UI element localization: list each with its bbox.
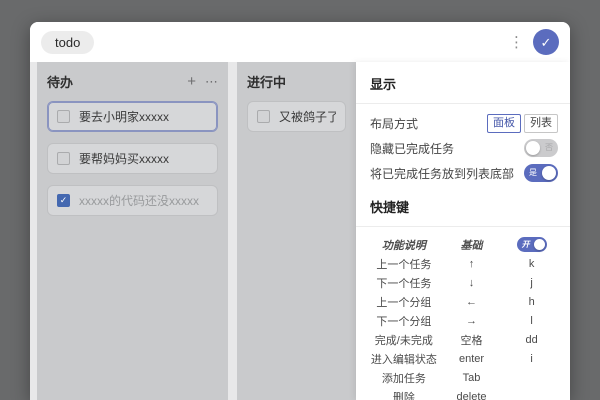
layout-label: 布局方式 <box>370 116 419 131</box>
task-card[interactable]: 要帮妈妈买xxxxx <box>47 143 218 174</box>
task-card[interactable]: 又被鸽子了 <box>247 101 346 132</box>
confirm-button[interactable] <box>533 29 559 55</box>
app-title-pill: todo <box>41 30 95 54</box>
shortcuts-header-row: 功能说明 基础 开 <box>370 235 558 254</box>
task-checkbox-checked[interactable] <box>57 194 70 207</box>
shortcut-basic-key: → <box>466 314 477 327</box>
hide-completed-label: 隐藏已完成任务 <box>370 141 455 156</box>
toggle-state-label: 否 <box>545 143 553 152</box>
toggle-state-label: 是 <box>529 168 537 177</box>
shortcut-function: 下一个分组 <box>376 315 432 328</box>
settings-panel: 显示 布局方式 面板 列表 隐藏已完成任务 否 将已完成任务放到列表底部 是 快… <box>356 62 570 400</box>
divider <box>356 103 570 104</box>
board: 待办 要去小明家xxxxx 要帮妈妈买xxxxx xxxxx的代码还没xxxxx… <box>30 62 570 400</box>
check-icon <box>541 36 552 49</box>
shortcut-row: 下一个任务 ↓ j <box>370 273 558 292</box>
task-checkbox[interactable] <box>57 110 70 123</box>
shortcut-basic-key: ↑ <box>468 257 475 270</box>
task-text: 要去小明家xxxxx <box>79 110 170 124</box>
shortcuts-table: 功能说明 基础 开 上一个任务 ↑ k 下一个任务 ↓ j 上一个分组 ← h … <box>370 235 558 400</box>
shortcut-basic-key: delete <box>456 390 487 400</box>
shortcut-row: 上一个分组 ← h <box>370 292 558 311</box>
shortcut-adv-key: h <box>528 295 535 308</box>
shortcut-row: 进入编辑状态 enter i <box>370 349 558 368</box>
layout-option-list[interactable]: 列表 <box>524 113 558 133</box>
shortcut-basic-key: enter <box>458 352 485 365</box>
app-header: todo <box>30 22 570 62</box>
divider <box>356 226 570 227</box>
display-section-title: 显示 <box>370 77 397 92</box>
move-completed-label: 将已完成任务放到列表底部 <box>370 166 515 181</box>
task-text: 又被鸽子了 <box>279 110 336 124</box>
shortcut-adv-key: k <box>528 257 535 270</box>
column-doing-header: 进行中 <box>247 70 346 92</box>
column-doing-title: 进行中 <box>247 74 287 90</box>
task-card[interactable]: 要去小明家xxxxx <box>47 101 218 132</box>
shortcut-function: 上一个分组 <box>376 296 432 309</box>
shortcut-function: 完成/未完成 <box>374 334 433 347</box>
app-window: todo 待办 要去小明家xxxxx 要帮妈妈买xxxxx <box>30 22 570 400</box>
hide-completed-row: 隐藏已完成任务 否 <box>370 138 558 158</box>
layout-segmented-control: 面板 列表 <box>487 113 558 133</box>
shortcut-function: 下一个任务 <box>376 277 432 290</box>
shortcut-adv-key: l <box>530 314 533 327</box>
shortcut-row: 完成/未完成 空格 dd <box>370 330 558 349</box>
shortcut-function: 进入编辑状态 <box>370 353 437 366</box>
shortcut-function: 删除 <box>392 391 415 400</box>
column-todo: 待办 要去小明家xxxxx 要帮妈妈买xxxxx xxxxx的代码还没xxxxx <box>37 62 228 400</box>
shortcut-basic-key: ↓ <box>468 276 475 289</box>
hide-completed-toggle[interactable]: 否 <box>524 139 558 157</box>
shortcut-basic-key: ← <box>466 295 477 308</box>
advanced-shortcuts-toggle[interactable]: 开 <box>516 237 547 252</box>
column-doing: 进行中 又被鸽子了 <box>237 62 356 400</box>
toggle-knob <box>542 166 556 180</box>
layout-setting-row: 布局方式 面板 列表 <box>370 113 558 133</box>
toggle-knob <box>533 239 545 250</box>
move-completed-row: 将已完成任务放到列表底部 是 <box>370 163 558 183</box>
shortcut-row: 上一个任务 ↑ k <box>370 254 558 273</box>
kebab-menu-icon[interactable] <box>509 35 524 50</box>
column-todo-header: 待办 <box>47 70 218 92</box>
move-completed-toggle[interactable]: 是 <box>524 164 558 182</box>
shortcut-adv-key: dd <box>525 333 538 346</box>
shortcut-basic-key: Tab <box>462 371 481 384</box>
shortcuts-col-basic: 基础 <box>460 239 483 252</box>
shortcut-basic-key: 空格 <box>460 334 483 347</box>
shortcut-adv-key: i <box>530 352 533 365</box>
add-task-icon[interactable] <box>187 74 196 89</box>
shortcut-row: 添加任务 Tab <box>370 368 558 387</box>
task-card[interactable]: xxxxx的代码还没xxxxx <box>47 185 218 216</box>
toggle-state-label: 开 <box>521 239 530 249</box>
shortcut-function: 上一个任务 <box>376 258 432 271</box>
shortcuts-col-function: 功能说明 <box>381 239 426 252</box>
task-text: 要帮妈妈买xxxxx <box>79 152 170 166</box>
column-more-icon[interactable] <box>205 75 218 88</box>
task-text: xxxxx的代码还没xxxxx <box>79 194 200 208</box>
shortcut-row: 下一个分组 → l <box>370 311 558 330</box>
shortcut-row: 删除 delete <box>370 387 558 400</box>
task-checkbox[interactable] <box>57 152 70 165</box>
layout-option-board[interactable]: 面板 <box>487 113 521 133</box>
column-todo-title: 待办 <box>47 74 74 90</box>
task-checkbox[interactable] <box>257 110 270 123</box>
shortcuts-section-title: 快捷键 <box>370 200 410 215</box>
shortcut-function: 添加任务 <box>381 372 426 385</box>
toggle-knob <box>526 141 540 155</box>
shortcut-adv-key: j <box>530 276 533 289</box>
